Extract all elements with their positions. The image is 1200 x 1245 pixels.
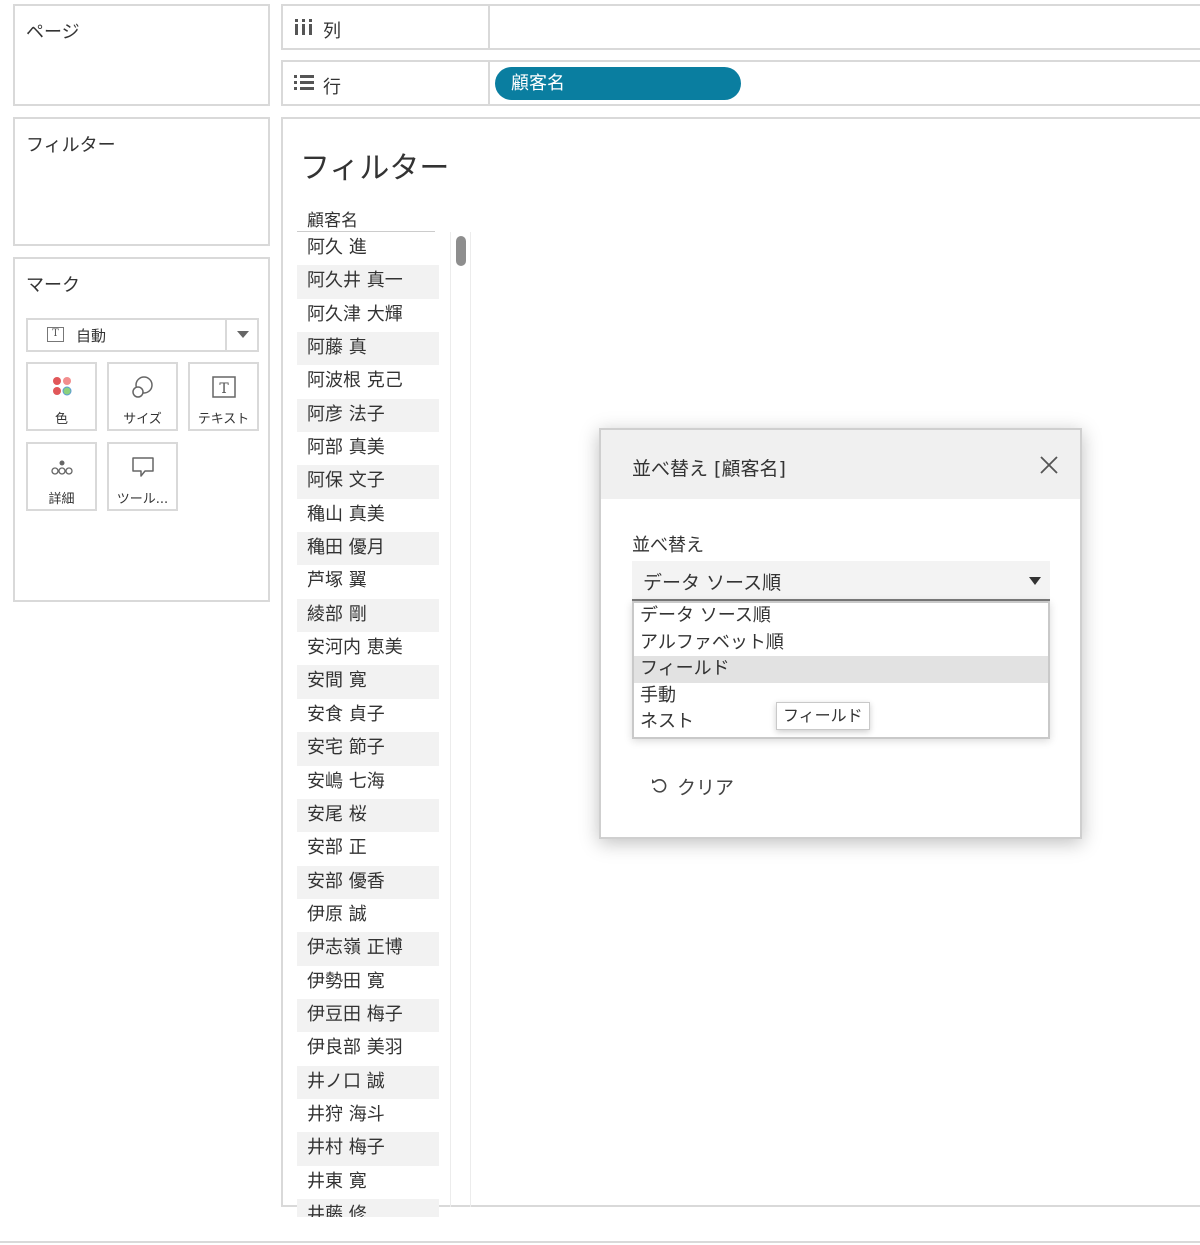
rows-icon [294,75,314,90]
list-item[interactable]: 安宅 節子 [297,732,439,766]
filters-card-title: フィルター [26,135,116,156]
list-scrollbar[interactable] [450,232,471,1207]
list-item[interactable]: 穐田 優月 [297,532,439,566]
dropdown-arrow-icon[interactable] [1029,577,1041,585]
list-item[interactable]: 伊豆田 梅子 [297,998,439,1033]
list-item[interactable]: 井藤 修 [297,1198,439,1217]
sort-option[interactable]: アルファベット順 [634,630,1048,657]
tooltip-bubble-icon [131,457,154,477]
list-item[interactable]: 穐山 真美 [297,499,439,532]
list-item[interactable]: 伊良部 美羽 [297,1032,439,1065]
list-item[interactable]: 安部 正 [297,832,439,865]
column-header[interactable]: 顧客名 [307,206,358,231]
dialog-header: 並べ替え [顧客名] [601,430,1080,499]
mark-type-dropdown[interactable]: T 自動 [26,318,259,352]
sort-option[interactable]: フィールド [634,656,1048,683]
pages-card-title: ページ [26,22,80,43]
list-item[interactable]: 井ノ口 誠 [297,1065,439,1099]
text-button[interactable]: T テキスト [188,362,259,431]
close-icon[interactable] [1038,454,1060,476]
detail-button-label: 詳細 [48,492,75,507]
list-item[interactable]: 阿部 真美 [297,432,439,465]
sort-by-label: 並べ替え [632,535,704,556]
detail-dots-icon [50,460,73,475]
dialog-title: 並べ替え [顧客名] [632,458,786,480]
list-item[interactable]: 阿保 文子 [297,465,439,499]
sort-by-select[interactable]: データ ソース順 [632,561,1050,601]
columns-shelf-label: 列 [323,21,341,42]
list-item[interactable]: 阿彦 法子 [297,398,439,433]
columns-shelf[interactable]: 列 [281,4,1200,50]
list-item[interactable]: 安嶋 七海 [297,766,439,799]
text-button-label: テキスト [197,412,250,427]
detail-button[interactable]: 詳細 [26,442,97,511]
size-circles-icon [131,376,153,398]
customer-name-pill[interactable]: 顧客名 [495,67,741,100]
svg-text:T: T [219,381,229,397]
filters-card[interactable]: フィルター [13,117,270,246]
tooltip-button[interactable]: ツール... [107,442,178,511]
color-dots-icon [52,377,71,396]
list-item[interactable]: 阿久津 大輝 [297,299,439,332]
chevron-down-icon[interactable] [237,331,249,338]
list-item[interactable]: 伊勢田 寛 [297,966,439,999]
list-item[interactable]: 阿波根 克己 [297,365,439,398]
customer-name-list: 阿久 進阿久井 真一 阿久津 大輝 阿藤 真阿波根 克己 阿彦 法子 阿部 真美 阿保 文… [297,232,439,1217]
option-tooltip: フィールド [776,702,870,730]
color-button[interactable]: 色 [26,362,97,431]
tooltip-button-label: ツール... [116,492,169,507]
sort-by-selected-value: データ ソース順 [643,572,782,594]
list-item[interactable]: 安間 寛 [297,665,439,699]
list-item[interactable]: 井狩 海斗 [297,1099,439,1132]
scrollbar-thumb[interactable] [456,236,466,266]
size-button[interactable]: サイズ [107,362,178,431]
size-button-label: サイズ [123,412,162,427]
list-item[interactable]: 伊原 誠 [297,899,439,932]
reset-icon [652,779,667,793]
columns-icon [295,19,312,35]
list-item[interactable]: 安河内 恵美 [297,632,439,665]
pages-card: ページ [13,4,270,106]
clear-label: クリア [677,777,735,799]
sort-dialog: 並べ替え [顧客名] 並べ替え データ ソース順 データ ソース順 アルファベット… [599,428,1082,839]
rows-shelf[interactable]: 行 顧客名 [281,60,1200,106]
marks-card: マーク T 自動 色 サイズ T テキスト 詳細 ツール... [13,257,270,602]
list-item[interactable]: 井村 梅子 [297,1132,439,1166]
list-item[interactable]: 安部 優香 [297,865,439,899]
list-item[interactable]: 井東 寛 [297,1166,439,1199]
sort-option[interactable]: データ ソース順 [634,603,1048,630]
list-item[interactable]: 伊志嶺 正博 [297,932,439,966]
list-item[interactable]: 阿久 進 [297,232,439,265]
rows-shelf-label: 行 [323,77,341,98]
view-title: フィルター [300,151,450,186]
list-item[interactable]: 阿久井 真一 [297,265,439,299]
text-t-icon: T [211,376,236,398]
list-item[interactable]: 芦塚 翼 [297,565,439,598]
text-mark-icon: T [47,327,64,342]
mark-type-label: 自動 [76,327,107,345]
color-button-label: 色 [54,412,68,427]
list-item[interactable]: 綾部 剛 [297,598,439,633]
list-item[interactable]: 阿藤 真 [297,332,439,366]
list-item[interactable]: 安尾 桜 [297,798,439,833]
marks-card-title: マーク [26,275,80,296]
list-item[interactable]: 安食 貞子 [297,699,439,732]
